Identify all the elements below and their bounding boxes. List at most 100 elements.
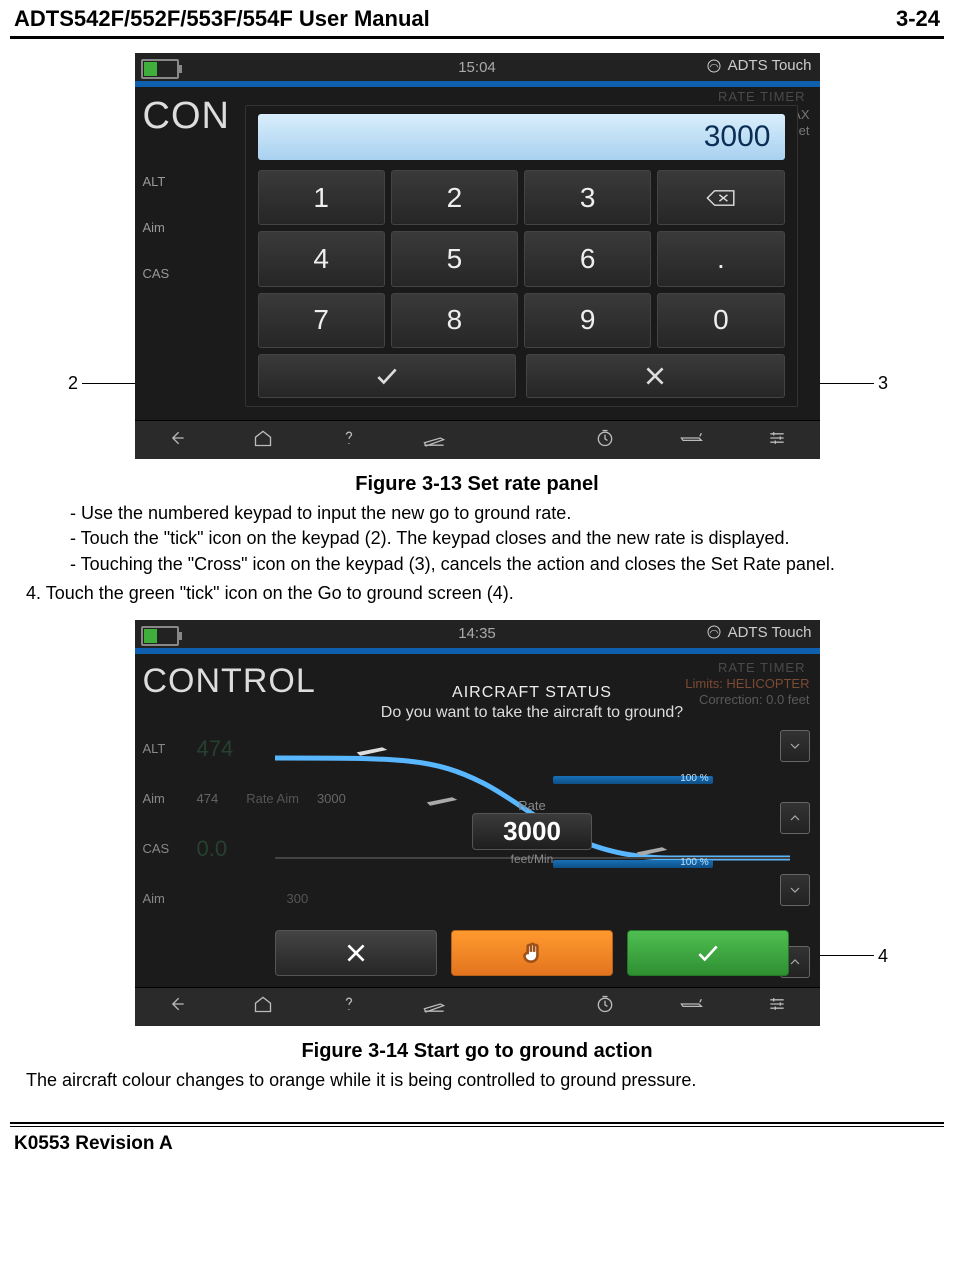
rate-box[interactable]: Rate 3000 feet/Min <box>472 798 592 866</box>
nav-settings-button[interactable] <box>747 994 807 1019</box>
key-0[interactable]: 0 <box>657 293 784 348</box>
bottom-nav <box>135 420 820 459</box>
clock-icon <box>593 428 617 448</box>
nav-home-button[interactable] <box>233 994 293 1019</box>
ge-logo-icon <box>706 58 722 74</box>
keypad-grid: 1 2 3 4 5 6 . 7 8 9 0 <box>258 170 785 348</box>
callout-2: 2 <box>68 373 78 394</box>
nav-back-button[interactable] <box>147 428 207 453</box>
key-8[interactable]: 8 <box>391 293 518 348</box>
keypad-panel: 3000 1 2 3 4 5 6 . 7 8 9 <box>245 105 798 407</box>
battery-icon <box>141 59 179 79</box>
clock: 15:04 <box>458 59 496 76</box>
rate-label: Rate <box>472 798 592 813</box>
descent-curve: 100 % 100 % Rate 3000 feet/Min <box>275 728 790 878</box>
plane-land-icon <box>422 428 446 448</box>
status-bar: 14:35 ADTS Touch <box>135 620 820 648</box>
key-6[interactable]: 6 <box>524 231 651 286</box>
home-icon <box>251 428 275 448</box>
figure-3-13-caption: Figure 3-13 Set rate panel <box>10 473 944 496</box>
key-7[interactable]: 7 <box>258 293 385 348</box>
aircraft-status-dialog: AIRCRAFT STATUS Do you want to take the … <box>275 684 790 976</box>
dialog-cancel-button[interactable] <box>275 930 437 976</box>
help-icon <box>337 428 361 448</box>
instr-line-2: - Touch the "tick" icon on the keypad (2… <box>10 527 944 550</box>
back-icon <box>165 428 189 448</box>
nav-plane-button[interactable] <box>661 428 721 453</box>
hand-icon <box>519 940 545 966</box>
keypad-cancel-button[interactable] <box>526 354 785 398</box>
clock-icon <box>593 994 617 1014</box>
bottom-nav <box>135 987 820 1026</box>
plane-land-icon <box>422 994 446 1014</box>
nav-ground-button[interactable] <box>404 428 464 453</box>
control-mode-label: CON <box>143 95 230 138</box>
cross-icon <box>343 940 369 966</box>
nav-help-button[interactable] <box>319 994 379 1019</box>
footer-rev: K0553 Revision A <box>10 1131 944 1157</box>
page-number: 3-24 <box>896 6 940 32</box>
callout-3: 3 <box>878 373 888 394</box>
nav-ground-button[interactable] <box>404 994 464 1019</box>
sliders-icon <box>765 994 789 1014</box>
status-bar: 15:04 ADTS Touch <box>135 53 820 81</box>
rate-unit: feet/Min <box>472 852 592 866</box>
brand-label: ADTS Touch <box>706 624 812 641</box>
nav-timer-button[interactable] <box>575 428 635 453</box>
footer-rule-2 <box>10 1126 944 1127</box>
key-1[interactable]: 1 <box>258 170 385 225</box>
nav-plane-button[interactable] <box>661 994 721 1019</box>
home-icon <box>251 994 275 1014</box>
backspace-icon <box>705 187 737 209</box>
manual-title: ADTS542F/552F/553F/554F User Manual <box>14 6 430 32</box>
nav-home-button[interactable] <box>233 428 293 453</box>
key-dot[interactable]: . <box>657 231 784 286</box>
key-2[interactable]: 2 <box>391 170 518 225</box>
battery-icon <box>141 626 179 646</box>
dialog-subtitle: Do you want to take the aircraft to grou… <box>275 704 790 722</box>
brand-label: ADTS Touch <box>706 57 812 74</box>
instr-line-1: - Use the numbered keypad to input the n… <box>10 502 944 525</box>
footer-rule-1 <box>10 1122 944 1124</box>
keypad-confirm-button[interactable] <box>258 354 517 398</box>
tick-icon <box>695 940 721 966</box>
key-9[interactable]: 9 <box>524 293 651 348</box>
nav-back-button[interactable] <box>147 994 207 1019</box>
help-icon <box>337 994 361 1014</box>
after-text: The aircraft colour changes to orange wh… <box>10 1069 944 1092</box>
plane-icon <box>679 994 703 1014</box>
nav-timer-button[interactable] <box>575 994 635 1019</box>
sliders-icon <box>765 428 789 448</box>
keypad-screenshot: 15:04 ADTS Touch RATE TIMER CON nits: MA… <box>135 53 820 459</box>
ge-logo-icon <box>706 624 722 640</box>
instr-line-4: 4. Touch the green "tick" icon on the Go… <box>10 582 944 605</box>
dialog-title: AIRCRAFT STATUS <box>275 684 790 702</box>
rate-timer-label: RATE TIMER <box>718 660 806 675</box>
nav-help-button[interactable] <box>319 428 379 453</box>
keypad-display: 3000 <box>258 114 785 160</box>
callout-4: 4 <box>878 946 888 967</box>
header-rule <box>10 36 944 39</box>
dialog-confirm-button[interactable] <box>627 930 789 976</box>
figure-3-13: 2 3 15:04 ADTS Touch RATE TIMER CON nits… <box>10 53 944 469</box>
tick-icon <box>374 363 400 389</box>
key-4[interactable]: 4 <box>258 231 385 286</box>
key-3[interactable]: 3 <box>524 170 651 225</box>
dialog-buttons <box>275 930 790 976</box>
instr-line-3: - Touching the "Cross" icon on the keypa… <box>10 553 944 576</box>
dialog-hold-button[interactable] <box>451 930 613 976</box>
clock: 14:35 <box>458 625 496 642</box>
figure-3-14-caption: Figure 3-14 Start go to ground action <box>10 1040 944 1063</box>
key-backspace[interactable] <box>657 170 784 225</box>
progress-bar <box>135 648 820 654</box>
rate-timer-label: RATE TIMER <box>718 89 806 104</box>
plane-icon <box>679 428 703 448</box>
side-labels: ALT Aim CAS <box>143 159 170 297</box>
rate-value: 3000 <box>472 813 592 850</box>
nav-settings-button[interactable] <box>747 428 807 453</box>
key-5[interactable]: 5 <box>391 231 518 286</box>
alt-progress-bar: 100 % <box>553 776 713 784</box>
cross-icon <box>642 363 668 389</box>
ground-screenshot: 14:35 ADTS Touch RATE TIMER CONTROL Limi… <box>135 620 820 1026</box>
back-icon <box>165 994 189 1014</box>
